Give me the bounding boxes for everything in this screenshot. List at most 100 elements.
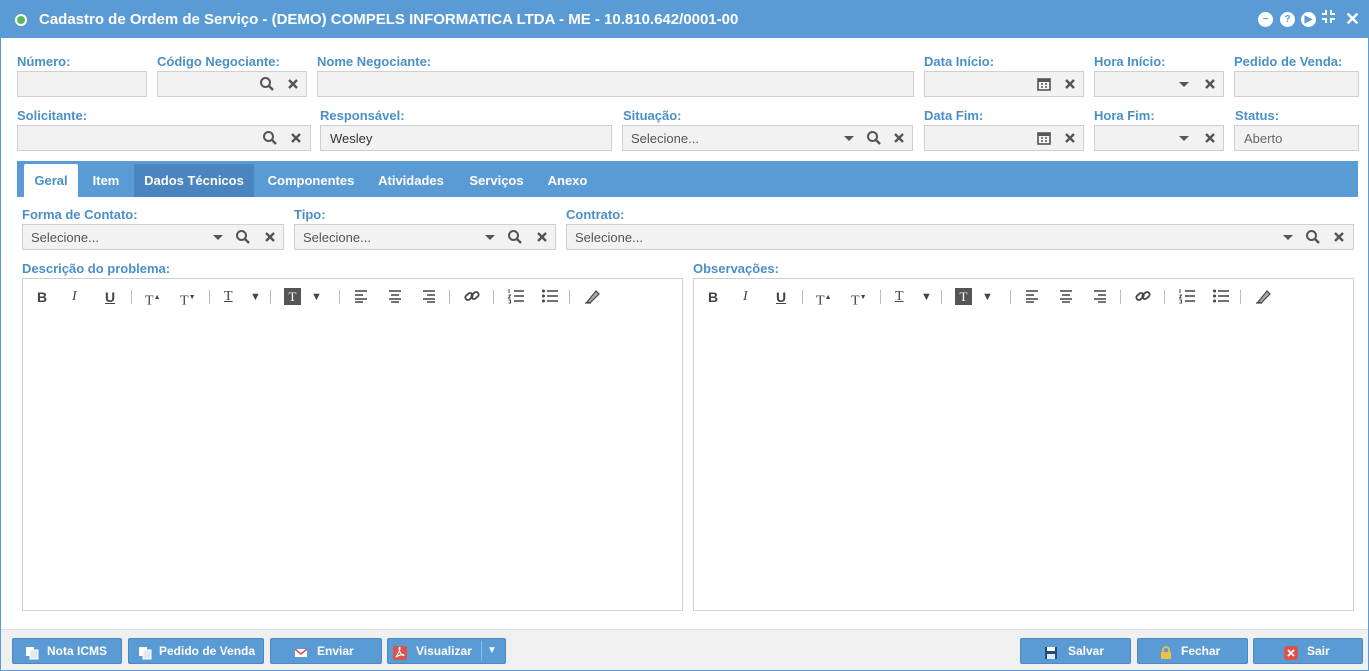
search-icon[interactable] <box>1305 229 1321 245</box>
clear-icon[interactable] <box>1202 76 1218 92</box>
ordered-list-icon[interactable] <box>507 288 525 308</box>
search-icon[interactable] <box>259 76 275 92</box>
clear-icon[interactable] <box>1331 229 1347 245</box>
text-color-button[interactable]: T <box>224 288 233 306</box>
responsavel-input[interactable]: Wesley <box>320 125 612 151</box>
bold-button[interactable]: B <box>37 288 47 306</box>
chevron-down-icon[interactable] <box>841 130 857 146</box>
data-fim-input[interactable] <box>924 125 1084 151</box>
codigo-negociante-input[interactable] <box>157 71 307 97</box>
solicitante-input[interactable] <box>17 125 311 151</box>
eraser-icon[interactable] <box>583 288 601 308</box>
ordered-list-icon[interactable] <box>1178 288 1196 308</box>
salvar-button[interactable]: Salvar <box>1020 638 1131 664</box>
visualizar-button[interactable]: Visualizar ▼ <box>387 638 506 664</box>
tab-atividades[interactable]: Atividades <box>368 164 454 197</box>
close-icon[interactable]: ✕ <box>1345 9 1360 29</box>
clear-icon[interactable] <box>1062 76 1078 92</box>
tab-dados-tecnicos[interactable]: Dados Técnicos <box>134 164 254 197</box>
background-color-button[interactable]: T <box>955 288 972 305</box>
clear-icon[interactable] <box>1202 130 1218 146</box>
eraser-icon[interactable] <box>1254 288 1272 308</box>
chevron-down-icon[interactable] <box>1176 130 1192 146</box>
situacao-label: Situação: <box>623 108 682 123</box>
align-right-icon[interactable] <box>1092 288 1108 308</box>
align-center-icon[interactable] <box>1058 288 1074 308</box>
contrato-label: Contrato: <box>566 207 625 222</box>
minimize-icon[interactable]: − <box>1258 12 1273 27</box>
link-icon[interactable] <box>1134 288 1152 308</box>
calendar-icon[interactable] <box>1036 76 1052 92</box>
text-color-button[interactable]: T <box>895 288 904 306</box>
clear-icon[interactable] <box>285 76 301 92</box>
chevron-down-icon[interactable]: ▼ <box>921 288 932 306</box>
nome-negociante-input[interactable] <box>317 71 914 97</box>
nota-icms-button[interactable]: Nota ICMS <box>12 638 122 664</box>
search-icon[interactable] <box>866 130 882 146</box>
next-icon[interactable]: ▶ <box>1301 12 1316 27</box>
subscript-button[interactable]: T▼ <box>851 288 867 311</box>
superscript-button[interactable]: T▲ <box>816 288 832 311</box>
tab-geral[interactable]: Geral <box>24 164 78 197</box>
search-icon[interactable] <box>507 229 523 245</box>
clear-icon[interactable] <box>262 229 278 245</box>
descricao-editor[interactable]: B I U T▲ T▼ T ▼ T ▼ <box>22 278 683 611</box>
collapse-icon[interactable] <box>1321 9 1336 30</box>
numero-label: Número: <box>17 54 71 69</box>
chevron-down-icon[interactable] <box>210 229 226 245</box>
chevron-down-icon[interactable] <box>1280 229 1296 245</box>
numero-input[interactable] <box>17 71 147 97</box>
italic-button[interactable]: I <box>743 288 748 306</box>
enviar-button[interactable]: Enviar <box>270 638 382 664</box>
hora-fim-select[interactable] <box>1094 125 1224 151</box>
clear-icon[interactable] <box>891 130 907 146</box>
chevron-down-icon[interactable] <box>482 229 498 245</box>
tab-componentes[interactable]: Componentes <box>258 164 364 197</box>
chevron-down-icon[interactable]: ▼ <box>311 288 322 306</box>
chevron-down-icon[interactable]: ▼ <box>250 288 261 306</box>
search-icon[interactable] <box>262 130 278 146</box>
situacao-select[interactable]: Selecione... <box>622 125 913 151</box>
clear-icon[interactable] <box>1062 130 1078 146</box>
align-left-icon[interactable] <box>1024 288 1040 308</box>
help-icon[interactable]: ? <box>1280 12 1295 27</box>
observacoes-editor[interactable]: B I U T▲ T▼ T ▼ T ▼ <box>693 278 1354 611</box>
pdf-icon <box>393 644 407 660</box>
bullet-list-icon[interactable] <box>541 288 559 308</box>
align-right-icon[interactable] <box>421 288 437 308</box>
align-left-icon[interactable] <box>353 288 369 308</box>
tab-servicos[interactable]: Serviços <box>458 164 535 197</box>
pedido-venda-button[interactable]: Pedido de Venda <box>128 638 264 664</box>
superscript-button[interactable]: T▲ <box>145 288 161 311</box>
chevron-down-icon[interactable]: ▼ <box>982 288 993 306</box>
underline-button[interactable]: U <box>105 288 115 306</box>
underline-button[interactable]: U <box>776 288 786 306</box>
pedido-venda-input[interactable] <box>1234 71 1359 97</box>
tab-item[interactable]: Item <box>82 164 130 197</box>
bullet-list-icon[interactable] <box>1212 288 1230 308</box>
align-center-icon[interactable] <box>387 288 403 308</box>
subscript-button[interactable]: T▼ <box>180 288 196 311</box>
clear-icon[interactable] <box>534 229 550 245</box>
tipo-select[interactable]: Selecione... <box>294 224 556 250</box>
data-inicio-input[interactable] <box>924 71 1084 97</box>
contrato-select[interactable]: Selecione... <box>566 224 1354 250</box>
chevron-down-icon[interactable] <box>1176 76 1192 92</box>
envelope-icon <box>294 644 308 658</box>
exit-icon <box>1284 644 1298 660</box>
title-bar: Cadastro de Ordem de Serviço - (DEMO) CO… <box>1 1 1368 38</box>
italic-button[interactable]: I <box>72 288 77 306</box>
clear-icon[interactable] <box>288 130 304 146</box>
forma-contato-select[interactable]: Selecione... <box>22 224 284 250</box>
responsavel-label: Responsável: <box>320 108 405 123</box>
hora-inicio-select[interactable] <box>1094 71 1224 97</box>
bold-button[interactable]: B <box>708 288 718 306</box>
search-icon[interactable] <box>235 229 251 245</box>
fechar-button[interactable]: Fechar <box>1137 638 1248 664</box>
tab-anexo[interactable]: Anexo <box>539 164 596 197</box>
background-color-button[interactable]: T <box>284 288 301 305</box>
sair-button[interactable]: Sair <box>1253 638 1363 664</box>
link-icon[interactable] <box>463 288 481 308</box>
calendar-icon[interactable] <box>1036 130 1052 146</box>
chevron-down-icon[interactable]: ▼ <box>487 639 497 663</box>
